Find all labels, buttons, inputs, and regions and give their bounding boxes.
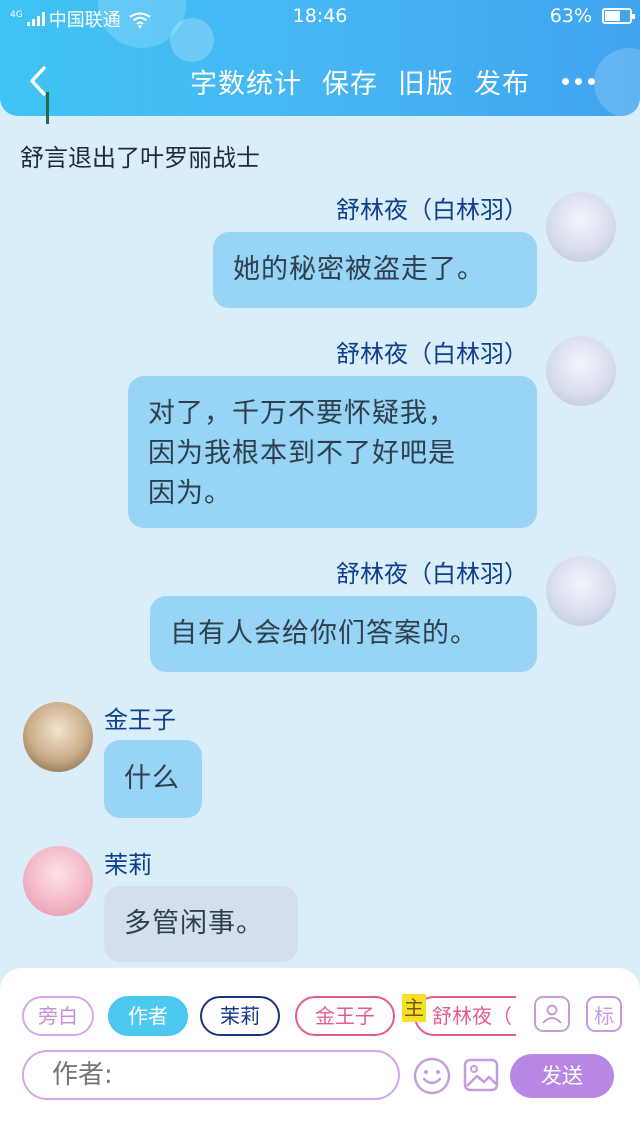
message-bubble: 她的秘密被盗走了。 — [213, 232, 537, 308]
role-tag-jin[interactable]: 金王子 — [295, 996, 395, 1036]
image-icon[interactable] — [462, 1056, 500, 1094]
message-text: 因为我根本到不了好吧是 — [148, 438, 456, 469]
avatar[interactable] — [23, 846, 93, 916]
sender-name: 金王子 — [104, 706, 176, 734]
save-button[interactable]: 保存 — [322, 62, 378, 101]
emoji-icon[interactable] — [412, 1056, 452, 1096]
battery-icon — [602, 8, 635, 24]
message-bubble: 什么 — [104, 740, 202, 818]
role-tag-shu-label: 舒林夜（ — [414, 996, 516, 1036]
message-bubble: 自有人会给你们答案的。 — [150, 596, 537, 672]
top-header: 4G 中国联通 18:46 63% 字数统计 保存 旧版 发布 — [0, 0, 640, 116]
role-tag-shu[interactable]: 舒林夜（ 主 — [402, 994, 516, 1038]
message-text: 自有人会给你们答案的。 — [170, 618, 478, 649]
send-button[interactable]: 发送 — [510, 1054, 614, 1098]
sender-name: 舒林夜（白林羽） — [336, 560, 528, 588]
input-panel: 旁白 作者 茉莉 金王子 舒林夜（ 主 标 发送 — [0, 968, 640, 1138]
old-version-button[interactable]: 旧版 — [398, 62, 454, 101]
tag-icon[interactable]: 标 — [586, 996, 622, 1032]
message-text: 对了，千万不要怀疑我， — [148, 398, 456, 429]
message-text: 她的秘密被盗走了。 — [233, 254, 485, 285]
status-bar: 4G 中国联通 18:46 63% — [0, 0, 640, 34]
clock: 18:46 — [292, 5, 348, 27]
role-tag-moli[interactable]: 茉莉 — [200, 996, 280, 1036]
nav-actions: 字数统计 保存 旧版 发布 — [190, 62, 530, 101]
person-card-icon[interactable] — [534, 996, 570, 1032]
message-bubble: 多管闲事。 — [104, 886, 298, 962]
navbar: 字数统计 保存 旧版 发布 — [0, 56, 640, 108]
message-text: 什么 — [124, 763, 180, 794]
message-text: 因为。 — [148, 478, 232, 509]
publish-button[interactable]: 发布 — [474, 62, 530, 101]
sender-name: 茉莉 — [104, 851, 152, 879]
avatar[interactable] — [23, 702, 93, 772]
system-message: 舒言退出了叶罗丽战士 — [20, 144, 260, 172]
message-text: 多管闲事。 — [124, 908, 264, 939]
avatar[interactable] — [546, 336, 616, 406]
avatar[interactable] — [546, 192, 616, 262]
text-caret — [46, 92, 49, 124]
sender-name: 舒林夜（白林羽） — [336, 340, 528, 368]
battery-group: 63% — [549, 5, 635, 27]
chevron-left-icon[interactable] — [22, 64, 56, 98]
main-role-badge: 主 — [402, 994, 426, 1022]
message-input[interactable] — [22, 1050, 400, 1100]
role-tag-narrator[interactable]: 旁白 — [22, 996, 94, 1036]
role-tag-author[interactable]: 作者 — [108, 996, 188, 1036]
message-bubble: 对了，千万不要怀疑我， 因为我根本到不了好吧是 因为。 — [128, 376, 537, 528]
more-dots-icon[interactable] — [562, 64, 602, 98]
battery-percent: 63% — [549, 5, 592, 27]
word-count-button[interactable]: 字数统计 — [190, 62, 302, 101]
sender-name: 舒林夜（白林羽） — [336, 196, 528, 224]
avatar[interactable] — [546, 556, 616, 626]
